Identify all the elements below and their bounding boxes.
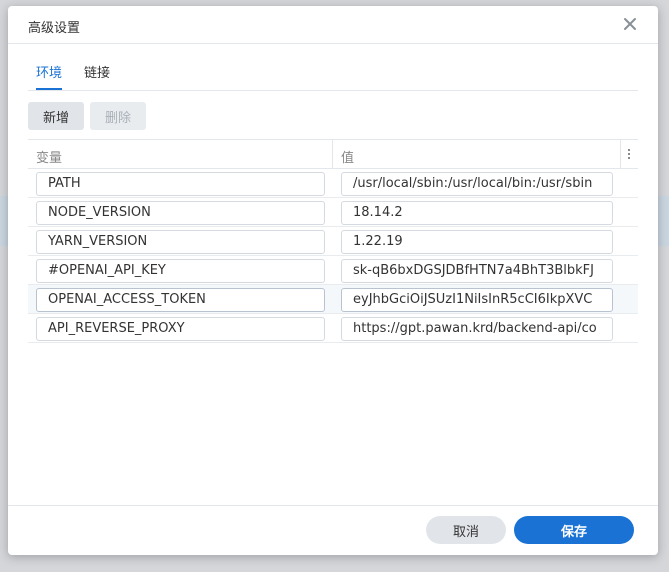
table-row[interactable]: NODE_VERSION 18.14.2 [28, 198, 638, 227]
variable-name-field[interactable]: PATH [36, 172, 325, 196]
variable-name-field[interactable]: NODE_VERSION [36, 201, 325, 225]
variable-name-field[interactable]: YARN_VERSION [36, 230, 325, 254]
cancel-button[interactable]: 取消 [426, 516, 506, 544]
dialog-titlebar: 高级设置 [8, 6, 658, 44]
table-row[interactable]: API_REVERSE_PROXY https://gpt.pawan.krd/… [28, 314, 638, 343]
table-row[interactable]: YARN_VERSION 1.22.19 [28, 227, 638, 256]
table-row[interactable]: OPENAI_ACCESS_TOKEN eyJhbGciOiJSUzI1NiIs… [28, 285, 638, 314]
variable-value-field[interactable]: eyJhbGciOiJSUzI1NiIsInR5cCI6IkpXVC [341, 288, 613, 312]
column-header-variable: 变量 [36, 151, 63, 166]
delete-button[interactable]: 删除 [90, 102, 146, 130]
variable-value-field[interactable]: https://gpt.pawan.krd/backend-api/co [341, 317, 613, 341]
add-button[interactable]: 新增 [28, 102, 84, 130]
dialog-title: 高级设置 [28, 21, 81, 36]
variable-value-field[interactable]: sk-qB6bxDGSJDBfHTN7a4BhT3BlbkFJ [341, 259, 613, 283]
column-divider [332, 140, 333, 169]
tab-bar: 环境 链接 [28, 62, 638, 91]
variable-value-field[interactable]: 1.22.19 [341, 230, 613, 254]
variable-value-field[interactable]: 18.14.2 [341, 201, 613, 225]
grid-header: 变量 值 [28, 139, 638, 169]
variable-name-field[interactable]: #OPENAI_API_KEY [36, 259, 325, 283]
dialog-footer: 取消 保存 [8, 505, 658, 555]
variable-name-field[interactable]: OPENAI_ACCESS_TOKEN [36, 288, 325, 312]
tab-environment[interactable]: 环境 [36, 62, 63, 90]
variable-name-field[interactable]: API_REVERSE_PROXY [36, 317, 325, 341]
table-row[interactable]: PATH /usr/local/sbin:/usr/local/bin:/usr… [28, 169, 638, 198]
save-button[interactable]: 保存 [514, 516, 634, 544]
table-row[interactable]: #OPENAI_API_KEY sk-qB6bxDGSJDBfHTN7a4BhT… [28, 256, 638, 285]
advanced-settings-dialog: 高级设置 环境 链接 新增 删除 变量 值 PATH /usr/local/sb… [8, 6, 658, 555]
vertical-ellipsis-icon[interactable] [624, 145, 634, 163]
environment-grid: 变量 值 PATH /usr/local/sbin:/usr/local/bin… [28, 139, 638, 343]
tab-links[interactable]: 链接 [84, 62, 110, 89]
variable-value-field[interactable]: /usr/local/sbin:/usr/local/bin:/usr/sbin [341, 172, 613, 196]
column-header-value: 值 [341, 151, 355, 166]
column-divider [620, 140, 621, 169]
close-icon[interactable] [620, 14, 640, 34]
